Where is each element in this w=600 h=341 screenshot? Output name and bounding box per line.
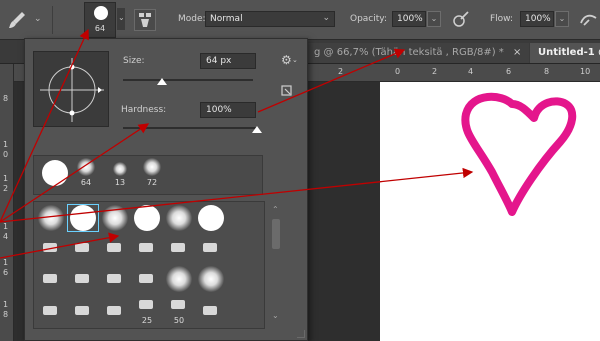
- arrow-to-opacity: [257, 48, 406, 113]
- annotation-arrows: [0, 28, 474, 259]
- arrow-to-presets: [0, 232, 120, 259]
- arrow-to-heart: [0, 167, 474, 223]
